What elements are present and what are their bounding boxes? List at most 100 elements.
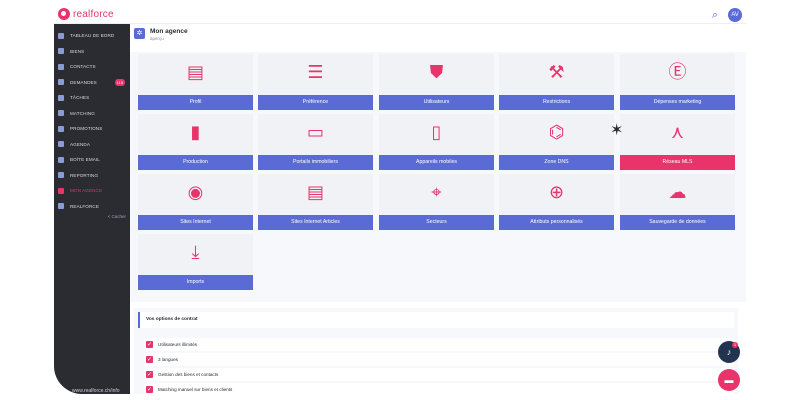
tile-router[interactable]: ⌬ Zone DNS — [499, 114, 614, 170]
tile-mobile-settings[interactable]: ▯ Appareils mobiles — [379, 114, 494, 170]
tile-globe[interactable]: ◉ Sites Internet — [138, 174, 253, 230]
tile-gavel[interactable]: ⚒ Restrictions — [499, 54, 614, 110]
tile-plus-circle[interactable]: ⊕ Attributs personnalisés — [499, 174, 614, 230]
option-label: 3 langues — [158, 357, 178, 362]
sidebar-item-label: TÂCHES — [70, 95, 90, 101]
option-label: Matching manuel sur biens et clients — [158, 387, 233, 392]
sidebar-item-biens[interactable]: BIENS — [54, 44, 130, 60]
bell-icon: ♪ — [726, 347, 732, 357]
cast-icon: ▭ — [306, 122, 324, 143]
tile-sliders[interactable]: ☰ Préférence — [258, 54, 373, 110]
sidebar-item-label: REALFORCE — [70, 203, 99, 209]
tile-label: Réseau MLS — [620, 155, 735, 170]
tile-label: Préférence — [258, 95, 373, 110]
sidebar: TABLEAU DE BORD BIENS CONTACTS DEMANDES 115 T… — [54, 24, 130, 394]
option-item: ✓ Gestion des biens et contacts — [144, 368, 734, 381]
realforce-icon — [58, 203, 64, 210]
tile-label: Restrictions — [499, 95, 614, 110]
sidebar-item-demandes[interactable]: DEMANDES 115 — [54, 75, 130, 91]
tile-label: Imports — [138, 275, 253, 290]
sidebar-item-agenda[interactable]: AGENDA — [54, 137, 130, 153]
tile-label: Appareils mobiles — [379, 155, 494, 170]
tile-crosshair[interactable]: ⌖ Secteurs — [379, 174, 494, 230]
tile-document[interactable]: ▤ Profil — [138, 54, 253, 110]
main-content: ✲ Mon agence aperçu ▤ Profil ☰ Préférence ⛊ U… — [130, 24, 746, 394]
tile-bar-chart[interactable]: ▮ Production — [138, 114, 253, 170]
sidebar-item-reporting[interactable]: REPORTING — [54, 168, 130, 184]
tasks-icon — [58, 94, 64, 101]
tile-network[interactable]: ⋏ Réseau MLS — [620, 114, 735, 170]
option-item: ✓ Utilisateurs illimités — [144, 338, 734, 351]
building-icon — [58, 48, 64, 55]
tile-cloud-download[interactable]: ☁ Sauvegarde de données — [620, 174, 735, 230]
checkbox-checked-icon: ✓ — [146, 386, 153, 393]
sidebar-item-realforce[interactable]: REALFORCE — [54, 199, 130, 215]
sidebar-item-label: DEMANDES — [70, 79, 97, 85]
page-header: ✲ Mon agence aperçu — [134, 28, 188, 41]
tile-article[interactable]: ▤ Sites Internet Articles — [258, 174, 373, 230]
tile-user-shield[interactable]: ⛊ Utilisateurs — [379, 54, 494, 110]
sidebar-item-label: MON AGENCE — [70, 188, 103, 194]
tile-label: Sites Internet — [138, 215, 253, 230]
top-bar: realforce ⌕ AV — [54, 6, 746, 24]
calendar-icon — [58, 141, 64, 148]
mobile-settings-icon: ▯ — [431, 122, 442, 143]
inbox-icon — [58, 79, 64, 86]
sidebar-item-label: MATCHING — [70, 110, 95, 116]
sidebar-item-tableau-de-bord[interactable]: TABLEAU DE BORD — [54, 28, 130, 44]
tile-label: Production — [138, 155, 253, 170]
sidebar-item-label: BIENS — [70, 48, 85, 54]
sidebar-item-label: REPORTING — [70, 172, 99, 178]
promotions-icon — [58, 125, 64, 132]
sidebar-item-contacts[interactable]: CONTACTS — [54, 59, 130, 75]
gavel-icon: ⚒ — [548, 62, 565, 83]
checkbox-checked-icon: ✓ — [146, 341, 153, 348]
notification-badge: 1 — [732, 342, 738, 348]
sidebar-item-promotions[interactable]: PROMOTIONS — [54, 121, 130, 137]
chat-icon: ▬ — [724, 375, 734, 385]
search-icon[interactable]: ⌕ — [708, 8, 722, 22]
option-item: ✓ Matching manuel sur biens et clients — [144, 383, 734, 394]
settings-grid: ▤ Profil ☰ Préférence ⛊ Utilisateurs ⚒ Restrict… — [130, 52, 746, 302]
tile-label: Utilisateurs — [379, 95, 494, 110]
app-window: realforce ⌕ AV TABLEAU DE BORD BIENS CONTA… — [54, 6, 746, 394]
tile-label: Attributs personnalisés — [499, 215, 614, 230]
mail-icon — [58, 156, 64, 163]
tile-label: Portails immobiliers — [258, 155, 373, 170]
options-header: Vos options de contrat — [138, 312, 734, 328]
count-badge: 115 — [114, 78, 125, 86]
router-icon: ⌬ — [548, 122, 565, 143]
document-icon: ▤ — [186, 62, 204, 83]
avatar[interactable]: AV — [728, 8, 742, 22]
user-shield-icon: ⛊ — [429, 62, 444, 83]
option-item: ✓ 3 langues — [144, 353, 734, 366]
sidebar-item-tâches[interactable]: TÂCHES — [54, 90, 130, 106]
logo[interactable]: realforce — [58, 8, 114, 20]
sidebar-collapse-button[interactable]: < Cacher — [108, 214, 126, 219]
cursor-click-icon: ✶ — [610, 120, 624, 139]
cloud-download-icon: ☁ — [668, 182, 687, 203]
option-label: Utilisateurs illimités — [158, 342, 198, 347]
tile-label: Dépenses marketing — [620, 95, 735, 110]
contacts-icon — [58, 63, 64, 70]
tile-label: Profil — [138, 95, 253, 110]
sidebar-item-matching[interactable]: MATCHING — [54, 106, 130, 122]
chat-button[interactable]: ▬ — [718, 369, 740, 391]
sidebar-item-label: TABLEAU DE BORD — [70, 33, 115, 39]
sidebar-item-label: CONTACTS — [70, 64, 96, 70]
tile-marketing[interactable]: Ⓔ Dépenses marketing — [620, 54, 735, 110]
article-icon: ▤ — [306, 182, 324, 203]
agency-icon — [58, 187, 64, 194]
sidebar-item-boîte-email[interactable]: BOÎTE EMAIL — [54, 152, 130, 168]
sidebar-footer-url[interactable]: www.realforce.ch/info — [72, 388, 120, 394]
sidebar-item-label: AGENDA — [70, 141, 91, 147]
sidebar-item-mon-agence[interactable]: MON AGENCE — [54, 183, 130, 199]
contract-options-panel: Vos options de contrat ✓ Utilisateurs ill… — [134, 308, 738, 394]
tile-label: Secteurs — [379, 215, 494, 230]
network-icon: ⋏ — [670, 122, 685, 143]
dashboard-icon — [58, 32, 64, 39]
sliders-icon: ☰ — [307, 62, 324, 83]
tile-cast[interactable]: ▭ Portails immobiliers — [258, 114, 373, 170]
options-title: Vos options de contrat — [146, 317, 198, 322]
tile-download[interactable]: ⤓ Imports — [138, 234, 253, 290]
